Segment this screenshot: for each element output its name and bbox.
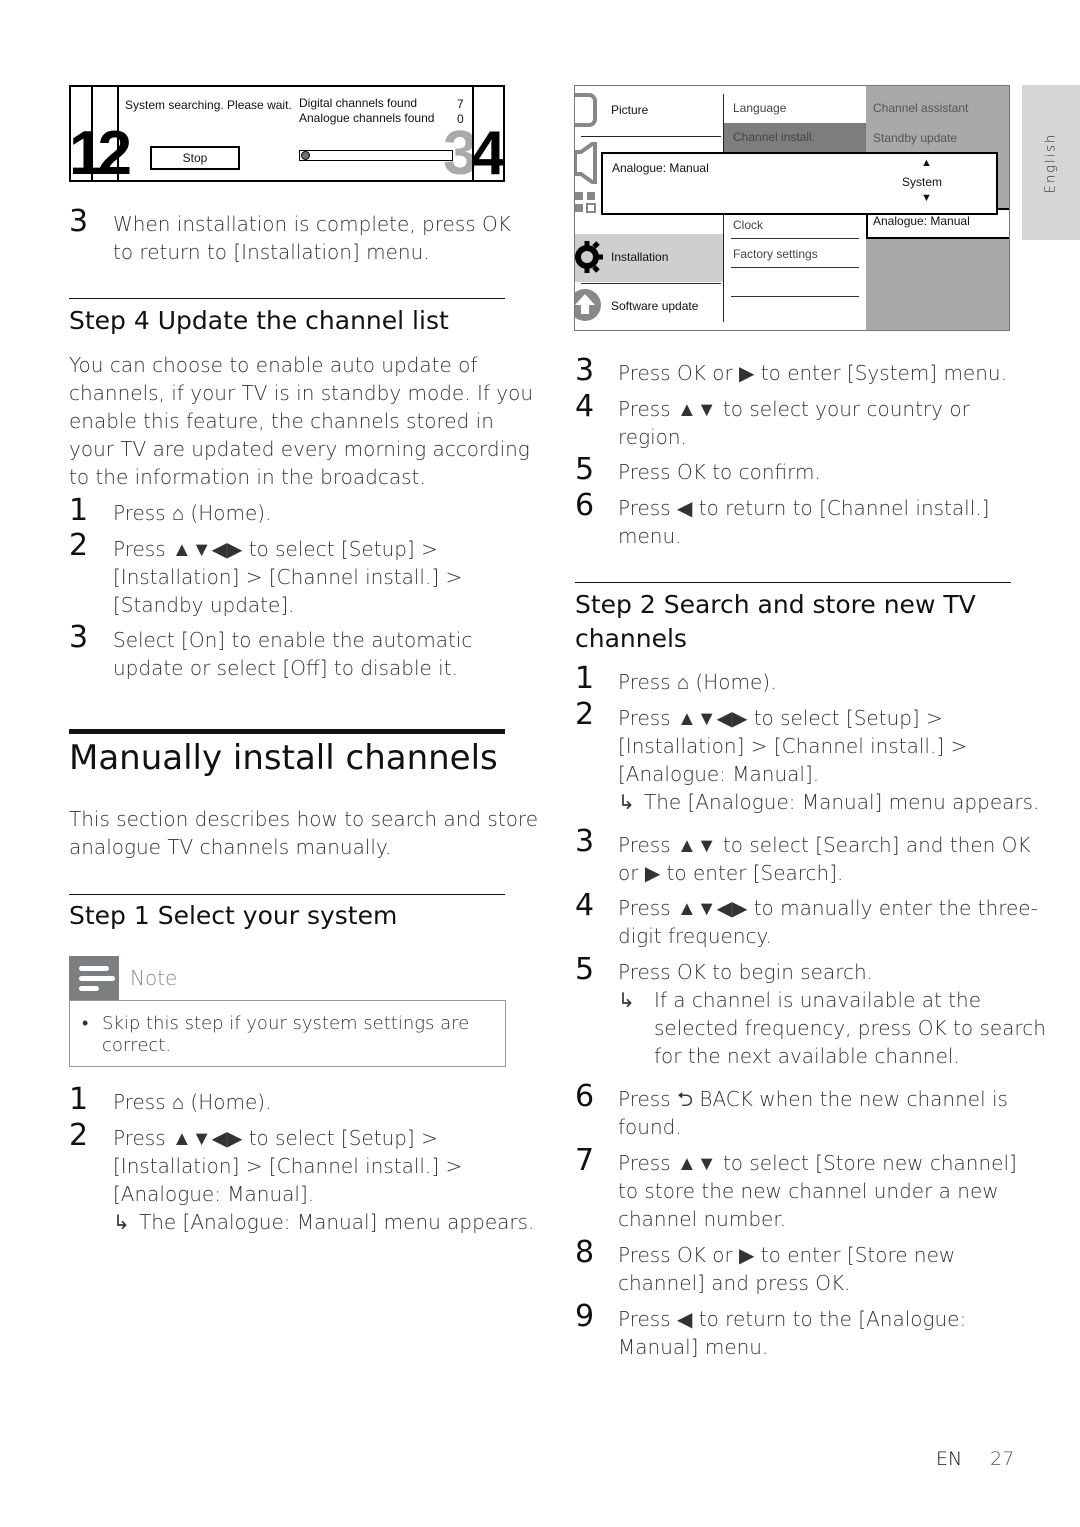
step-text: Press ▲▼ to select [Store new channel] to… xyxy=(618,1151,1017,1231)
digital-channels-count: 7 xyxy=(457,97,464,111)
section-title: Manually install channels xyxy=(69,738,498,778)
menu-software-update[interactable]: Software update xyxy=(611,299,698,313)
step-number: 1 xyxy=(69,1082,89,1117)
result-arrow-icon: ↳ xyxy=(618,988,635,1012)
section-divider xyxy=(69,729,505,734)
step-text: Press ▲▼◀▶ to select [Setup] > [Installat… xyxy=(113,537,463,617)
step-text: Press OK to confirm. xyxy=(618,460,821,484)
step-text: Press ⮌ BACK when the new channel is foun… xyxy=(618,1087,1008,1139)
step-text: Press ▲▼ to select your country or region… xyxy=(618,397,970,449)
menu-picture[interactable]: Picture xyxy=(611,103,648,117)
menu-clock[interactable]: Clock xyxy=(733,218,763,232)
menu-factory-settings[interactable]: Factory settings xyxy=(733,247,818,261)
menu-channel-assistant[interactable]: Channel assistant xyxy=(873,101,968,115)
step-number: 3 xyxy=(69,620,89,655)
update-channel-list-heading: Step 4 Update the channel list xyxy=(69,306,449,335)
step-number: 5 xyxy=(575,452,595,487)
step-number: 5 xyxy=(575,952,595,987)
divider xyxy=(69,894,505,895)
step-result: ↳ The [Analogue: Manual] menu appears. xyxy=(618,790,1040,814)
menu-channel-install[interactable]: Channel install. xyxy=(733,130,815,144)
step-result: ↳ If a channel is unavailable at the sele… xyxy=(618,988,1046,1068)
step-text: Press ▲▼◀▶ to manually enter the three-d… xyxy=(618,896,1038,948)
progress-indicator xyxy=(301,151,310,160)
step-text: Press ⌂ (Home). xyxy=(618,670,777,694)
search-status-text: System searching. Please wait. xyxy=(125,98,292,112)
note-text: Skip this step if your system settings a… xyxy=(82,1013,482,1057)
step-number: 9 xyxy=(575,1299,595,1334)
language-tab: English xyxy=(1022,85,1080,240)
step-number: 4 xyxy=(575,888,595,923)
search-store-heading: Step 2 Search and store new TV channels xyxy=(575,590,976,653)
gear-icon xyxy=(575,241,603,273)
step-text: Press ▲▼ to select [Search] and then OK o… xyxy=(618,833,1031,885)
step-text: Press ▲▼◀▶ to select [Setup] > [Installat… xyxy=(113,1126,463,1206)
language-tab-label: English xyxy=(1043,132,1059,193)
corner-number-grey: 3 xyxy=(443,119,478,182)
stop-button[interactable]: Stop xyxy=(150,146,240,170)
picture-icon xyxy=(575,93,597,127)
footer-language: EN xyxy=(936,1448,963,1470)
step-text: Press ◀ to return to the [Analogue: Manua… xyxy=(618,1307,967,1359)
step-number: 3 xyxy=(575,353,595,388)
setup-menu-screenshot: Picture Installation Software update Lan… xyxy=(574,85,1010,331)
menu-standby-update[interactable]: Standby update xyxy=(873,131,957,145)
step-number: 2 xyxy=(575,697,595,732)
result-arrow-icon: ↳ xyxy=(113,1210,130,1234)
menu-installation[interactable]: Installation xyxy=(611,250,668,264)
step-number: 8 xyxy=(575,1235,595,1270)
menu-analogue-manual-label: Analogue: Manual xyxy=(873,214,970,228)
step-result: ↳ The [Analogue: Manual] menu appears. xyxy=(113,1210,535,1234)
step-number: 3 xyxy=(69,204,89,239)
step-number: 1 xyxy=(69,493,89,528)
note-box: Skip this step if your system settings a… xyxy=(69,1000,506,1067)
result-arrow-icon: ↳ xyxy=(618,790,635,814)
update-intro: You can choose to enable auto update of c… xyxy=(69,353,533,489)
step-text: Press OK to begin search. xyxy=(618,960,874,984)
step-number: 2 xyxy=(69,1118,89,1153)
sound-icon xyxy=(575,142,597,184)
step-text: Press OK or ▶ to enter [System] menu. xyxy=(618,361,1007,385)
analogue-manual-popup: Analogue: Manual ▲ System ▼ xyxy=(601,152,998,215)
down-arrow-icon[interactable]: ▼ xyxy=(921,192,932,204)
analogue-channels-label: Analogue channels found xyxy=(299,111,435,125)
menu-language[interactable]: Language xyxy=(733,101,786,115)
up-arrow-icon[interactable]: ▲ xyxy=(921,157,932,169)
step-number: 1 xyxy=(575,661,595,696)
system-option[interactable]: System xyxy=(902,175,942,189)
step-number: 6 xyxy=(575,488,595,523)
section-intro: This section describes how to search and… xyxy=(69,807,539,859)
step-number: 4 xyxy=(575,389,595,424)
step-text: Press ⌂ (Home). xyxy=(113,501,272,525)
search-progress-screenshot: 12 System searching. Please wait. Digita… xyxy=(69,85,505,182)
step-text: Select [On] to enable the automatic updat… xyxy=(113,628,473,680)
search-progress-bar xyxy=(299,150,453,161)
divider xyxy=(575,582,1011,583)
digital-channels-label: Digital channels found xyxy=(299,96,418,110)
select-system-heading: Step 1 Select your system xyxy=(69,901,398,930)
step-text: When installation is complete, press OK t… xyxy=(113,212,511,264)
divider xyxy=(69,298,505,299)
features-icon xyxy=(575,192,596,213)
step-text: Press ⌂ (Home). xyxy=(113,1090,272,1114)
popup-title: Analogue: Manual xyxy=(612,161,709,175)
note-icon xyxy=(69,956,119,1000)
page-number: 27 xyxy=(990,1448,1015,1470)
step-text: Press OK or ▶ to enter [Store new channel… xyxy=(618,1243,956,1295)
step-number: 6 xyxy=(575,1079,595,1114)
step-number: 7 xyxy=(575,1143,595,1178)
software-update-icon xyxy=(575,289,601,321)
step-number: 3 xyxy=(575,824,595,859)
step-text: Press ▲▼◀▶ to select [Setup] > [Installat… xyxy=(618,706,968,786)
note-label: Note xyxy=(130,966,178,990)
step-text: Press ◀ to return to [Channel install.] m… xyxy=(618,496,990,548)
corner-number-right: 4 xyxy=(471,119,503,182)
step-number: 2 xyxy=(69,528,89,563)
